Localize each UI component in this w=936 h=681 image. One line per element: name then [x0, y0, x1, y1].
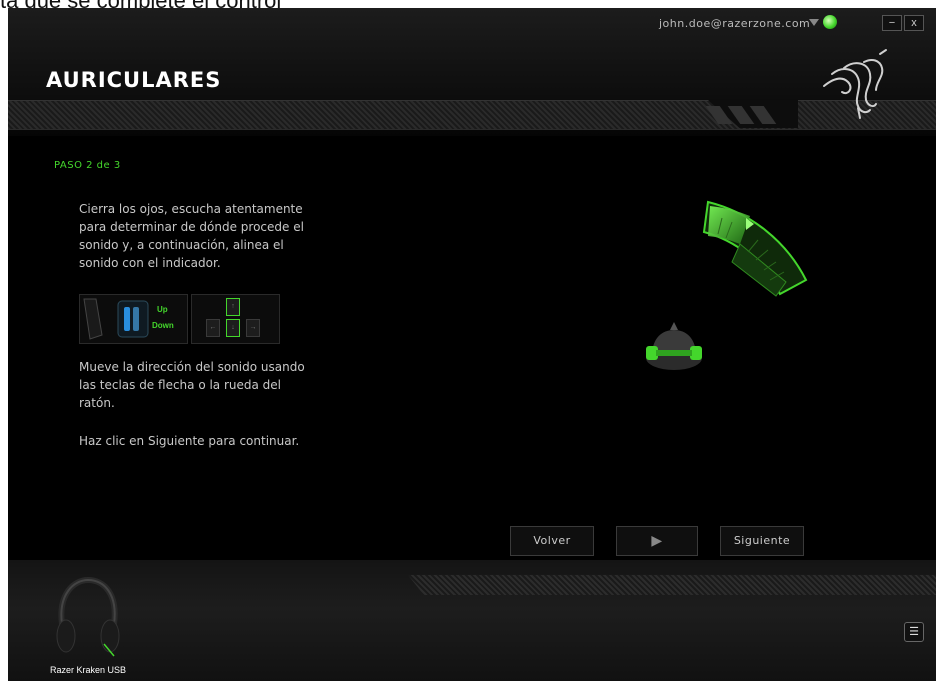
up-arrow-key-icon: ↑ [226, 298, 240, 316]
account-dropdown-icon[interactable] [809, 19, 819, 26]
page-title: AURICULARES [46, 68, 222, 92]
instruction-text-2: Mueve la dirección del sonido usando las… [79, 360, 305, 410]
online-status-icon [823, 15, 837, 29]
back-button[interactable]: Volver [510, 526, 594, 556]
footer-stripe [408, 575, 936, 595]
next-button[interactable]: Siguiente [720, 526, 804, 556]
play-button[interactable]: ▶ [616, 526, 698, 556]
close-button[interactable]: x [904, 15, 924, 31]
headset-icon[interactable] [48, 574, 128, 658]
right-arrow-key-icon: → [246, 319, 260, 337]
arrow-keys-illustration: ↑ ← ↓ → [191, 294, 280, 344]
account-email[interactable]: john.doe@razerzone.com [659, 17, 810, 30]
wheel-down-label: Down [152, 321, 174, 330]
menu-icon[interactable]: ☰ [904, 622, 924, 642]
razer-synapse-window: AURICULARES john.doe@razerzone.com − x P… [8, 8, 936, 681]
mouse-icon [83, 298, 149, 340]
left-arrow-key-icon: ← [206, 319, 220, 337]
device-name[interactable]: Razer Kraken USB [50, 665, 126, 675]
instruction-text-1: Cierra los ojos, escucha atentamente par… [79, 202, 304, 270]
instruction-text-3: Haz clic en Siguiente para continuar. [79, 434, 300, 448]
wheel-up-label: Up [157, 305, 168, 314]
minimize-button[interactable]: − [882, 15, 902, 31]
razer-logo-icon [823, 49, 887, 119]
down-arrow-key-icon: ↓ [226, 319, 240, 337]
mouse-wheel-illustration: Up Down [79, 294, 188, 344]
listener-head-icon [646, 322, 702, 370]
step-indicator: PASO 2 de 3 [54, 160, 121, 171]
